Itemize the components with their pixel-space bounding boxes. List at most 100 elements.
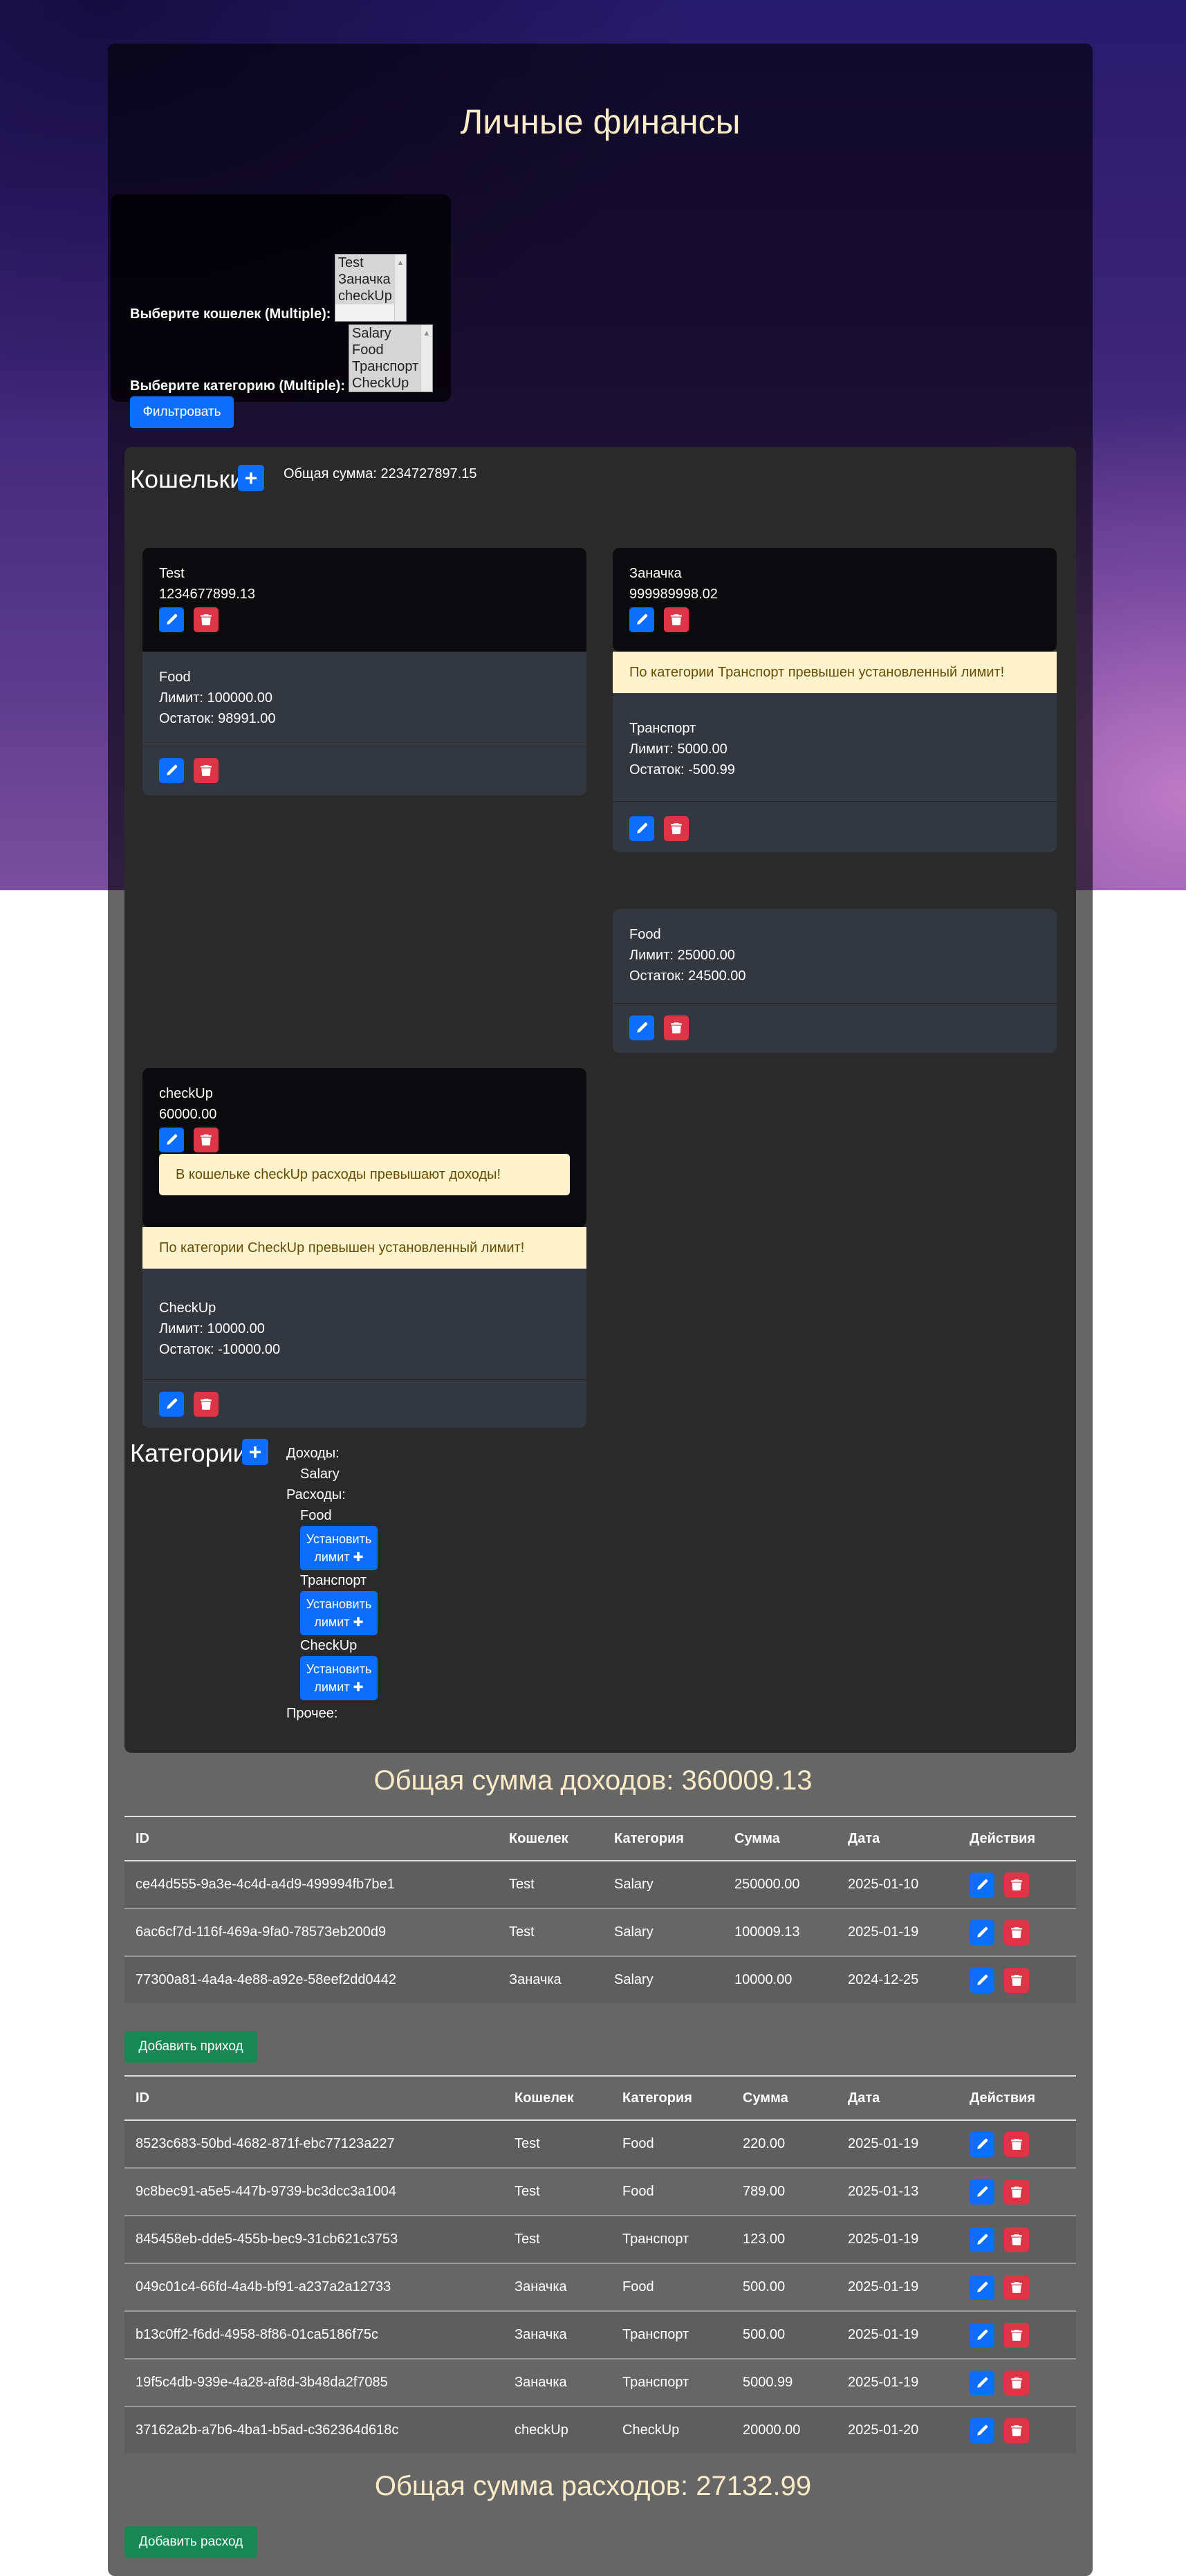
cell-date: 2025-01-13 bbox=[837, 2167, 958, 2216]
cell-date: 2025-01-19 bbox=[837, 2310, 958, 2359]
delete-wallet-button[interactable] bbox=[194, 1128, 219, 1152]
edit-row-button[interactable] bbox=[970, 2370, 994, 2395]
edit-row-button[interactable] bbox=[970, 2131, 994, 2157]
cell-actions bbox=[958, 2263, 1076, 2311]
set-limit-label: лимит ✚ bbox=[314, 1550, 364, 1564]
edit-row-button[interactable] bbox=[970, 1967, 994, 1993]
table-row: 9c8bec91-a5e5-447b-9739-bc3dcc3a1004 Test… bbox=[124, 2167, 1076, 2216]
wallets-total: Общая сумма: 2234727897.15 bbox=[284, 466, 477, 481]
cell-id: 8523c683-50bd-4682-871f-ebc77123a227 bbox=[124, 2119, 503, 2168]
category-rest: Остаток: 24500.00 bbox=[629, 968, 746, 984]
category-option[interactable]: Food bbox=[349, 342, 432, 358]
edit-row-button[interactable] bbox=[970, 2179, 994, 2205]
edit-category-button[interactable] bbox=[629, 816, 654, 841]
set-limit-button[interactable]: Установить лимит ✚ bbox=[300, 1526, 378, 1570]
wallet-select-scrollbar[interactable]: ▲ bbox=[394, 255, 406, 321]
row-actions bbox=[970, 2274, 1076, 2300]
delete-row-button[interactable] bbox=[1004, 1967, 1029, 1993]
table-row: 8523c683-50bd-4682-871f-ebc77123a227 Test… bbox=[124, 2119, 1076, 2168]
filter-button[interactable]: Фильтровать bbox=[130, 396, 234, 428]
cell-wallet: Test bbox=[503, 2167, 611, 2216]
trash-icon bbox=[1011, 2329, 1022, 2341]
trash-icon bbox=[1011, 2138, 1022, 2150]
cell-wallet: Заначка bbox=[503, 2263, 611, 2311]
cell-id: 845458eb-dde5-455b-bec9-31cb621c3753 bbox=[124, 2215, 503, 2263]
delete-wallet-button[interactable] bbox=[664, 607, 689, 632]
cell-amount: 789.00 bbox=[732, 2167, 837, 2216]
trash-icon bbox=[671, 614, 682, 625]
edit-wallet-button[interactable] bbox=[629, 607, 654, 632]
cell-wallet: Заначка bbox=[503, 2310, 611, 2359]
table-header-row: ID Кошелек Категория Сумма Дата Действия bbox=[124, 2075, 1076, 2121]
category-option[interactable]: Salary bbox=[349, 325, 432, 342]
trash-icon bbox=[1011, 2186, 1022, 2198]
cell-amount: 5000.99 bbox=[732, 2358, 837, 2407]
delete-row-button[interactable] bbox=[1004, 2322, 1029, 2348]
cell-date: 2024-12-25 bbox=[837, 1956, 958, 2003]
cell-wallet: Заначка bbox=[503, 2358, 611, 2407]
wallet-name: checkUp bbox=[159, 1086, 213, 1101]
delete-row-button[interactable] bbox=[1004, 1920, 1029, 1945]
set-limit-button[interactable]: Установить лимит ✚ bbox=[300, 1656, 378, 1700]
column-header: Сумма bbox=[723, 1816, 837, 1861]
table-row: 19f5c4db-939e-4a28-af8d-3b48da2f7085 Зана… bbox=[124, 2358, 1076, 2407]
delete-category-button[interactable] bbox=[194, 1392, 219, 1417]
delete-row-button[interactable] bbox=[1004, 2418, 1029, 2443]
cell-category: Транспорт bbox=[611, 2215, 732, 2263]
delete-row-button[interactable] bbox=[1004, 2131, 1029, 2157]
delete-category-button[interactable] bbox=[664, 816, 689, 841]
category-select[interactable]: Salary Food Транспорт CheckUp ▲ bbox=[349, 324, 433, 392]
delete-row-button[interactable] bbox=[1004, 2274, 1029, 2300]
edit-wallet-button[interactable] bbox=[159, 607, 184, 632]
wallet-card-checkup: checkUp 60000.00 В кошельке checkUp расх… bbox=[142, 1068, 586, 1227]
other-label: Прочее: bbox=[286, 1706, 338, 1721]
cell-actions bbox=[958, 1908, 1076, 1956]
delete-row-button[interactable] bbox=[1004, 1872, 1029, 1897]
edit-row-button[interactable] bbox=[970, 2322, 994, 2348]
cell-amount: 500.00 bbox=[732, 2263, 837, 2311]
delete-row-button[interactable] bbox=[1004, 2179, 1029, 2205]
edit-category-button[interactable] bbox=[159, 1392, 184, 1417]
category-card: Food Лимит: 25000.00 Остаток: 24500.00 bbox=[613, 909, 1057, 1053]
category-name: Транспорт bbox=[629, 721, 696, 736]
categories-heading: Категории bbox=[130, 1439, 247, 1467]
cell-id: ce44d555-9a3e-4c4d-a4d9-499994fb7be1 bbox=[124, 1860, 498, 1908]
row-actions bbox=[970, 1920, 1076, 1945]
add-wallet-button[interactable]: + bbox=[238, 465, 264, 491]
edit-row-button[interactable] bbox=[970, 1920, 994, 1945]
edit-wallet-button[interactable] bbox=[159, 1128, 184, 1152]
column-header: Кошелек bbox=[498, 1816, 603, 1861]
trash-icon bbox=[1011, 1974, 1022, 1986]
delete-category-button[interactable] bbox=[194, 758, 219, 783]
row-actions bbox=[970, 1872, 1076, 1897]
cell-actions bbox=[958, 1860, 1076, 1908]
wallet-name: Заначка bbox=[629, 566, 682, 581]
delete-row-button[interactable] bbox=[1004, 2370, 1029, 2395]
delete-row-button[interactable] bbox=[1004, 2227, 1029, 2252]
pencil-icon bbox=[977, 1926, 988, 1938]
category-option[interactable]: Транспорт bbox=[349, 358, 432, 375]
edit-row-button[interactable] bbox=[970, 1872, 994, 1897]
category-select-scrollbar[interactable]: ▲ bbox=[420, 325, 432, 392]
edit-row-button[interactable] bbox=[970, 2418, 994, 2443]
trash-icon bbox=[201, 1399, 212, 1410]
wallet-select[interactable]: Test Заначка checkUp ▲ bbox=[335, 254, 407, 322]
delete-wallet-button[interactable] bbox=[194, 607, 219, 632]
delete-category-button[interactable] bbox=[664, 1015, 689, 1040]
set-limit-button[interactable]: Установить лимит ✚ bbox=[300, 1591, 378, 1635]
cell-actions bbox=[958, 2406, 1076, 2454]
category-card: Food Лимит: 100000.00 Остаток: 98991.00 bbox=[142, 652, 586, 795]
expense-category: Food bbox=[300, 1508, 332, 1523]
category-option[interactable]: CheckUp bbox=[349, 375, 432, 392]
pencil-icon bbox=[977, 2425, 988, 2436]
divider bbox=[613, 1003, 1057, 1004]
trash-icon bbox=[671, 823, 682, 834]
cell-category: Транспорт bbox=[611, 2310, 732, 2359]
edit-row-button[interactable] bbox=[970, 2274, 994, 2300]
edit-category-button[interactable] bbox=[629, 1015, 654, 1040]
add-category-button[interactable]: + bbox=[242, 1439, 268, 1465]
add-expense-button[interactable]: Добавить расход bbox=[124, 2526, 257, 2558]
edit-category-button[interactable] bbox=[159, 758, 184, 783]
add-income-button[interactable]: Добавить приход bbox=[124, 2031, 257, 2063]
edit-row-button[interactable] bbox=[970, 2227, 994, 2252]
